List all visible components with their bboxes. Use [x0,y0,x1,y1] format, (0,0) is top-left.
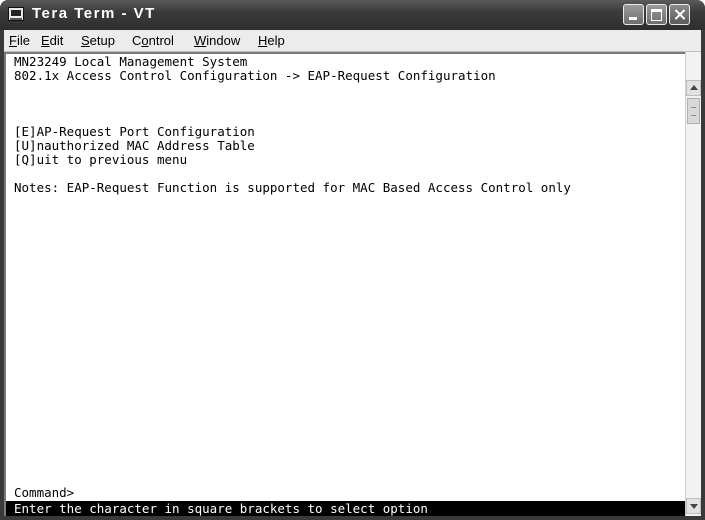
terminal-line: [Q]uit to previous menu [14,152,188,167]
window-border-left [0,30,4,520]
title-bar[interactable]: Tera Term - VT [0,0,705,30]
menu-bar: File Edit Setup Control Window Help [4,30,701,52]
terminal-line: MN23249 Local Management System [14,54,248,69]
window-border-bottom [0,516,705,520]
status-line-text: Enter the character in square brackets t… [14,501,428,516]
minimize-button[interactable] [623,4,644,25]
terminal-line: [E]AP-Request Port Configuration [14,124,255,139]
menu-file[interactable]: File [9,33,30,48]
terminal-line: 802.1x Access Control Configuration -> E… [14,68,496,83]
status-line: Enter the character in square brackets t… [6,501,685,516]
vertical-scrollbar[interactable] [685,52,701,516]
menu-help[interactable]: Help [258,33,285,48]
menu-window[interactable]: Window [194,33,240,48]
command-prompt: Command> [14,485,75,500]
maximize-button[interactable] [646,4,667,25]
menu-setup[interactable]: Setup [81,33,115,48]
menu-edit[interactable]: Edit [41,33,63,48]
window-title: Tera Term - VT [32,5,156,22]
tera-term-window: Tera Term - VT File Edit Setup Control W… [0,0,705,520]
window-border-right [701,30,705,520]
scrollbar-thumb[interactable] [687,98,700,124]
close-button[interactable] [669,4,690,25]
scroll-down-arrow-icon[interactable] [686,498,701,514]
terminal-app-icon[interactable] [8,7,24,21]
scroll-up-arrow-icon[interactable] [686,80,701,96]
terminal-screen[interactable]: MN23249 Local Management System 802.1x A… [4,52,685,516]
menu-control[interactable]: Control [132,33,174,48]
terminal-line: [U]nauthorized MAC Address Table [14,138,255,153]
terminal-line: Notes: EAP-Request Function is supported… [14,180,571,195]
